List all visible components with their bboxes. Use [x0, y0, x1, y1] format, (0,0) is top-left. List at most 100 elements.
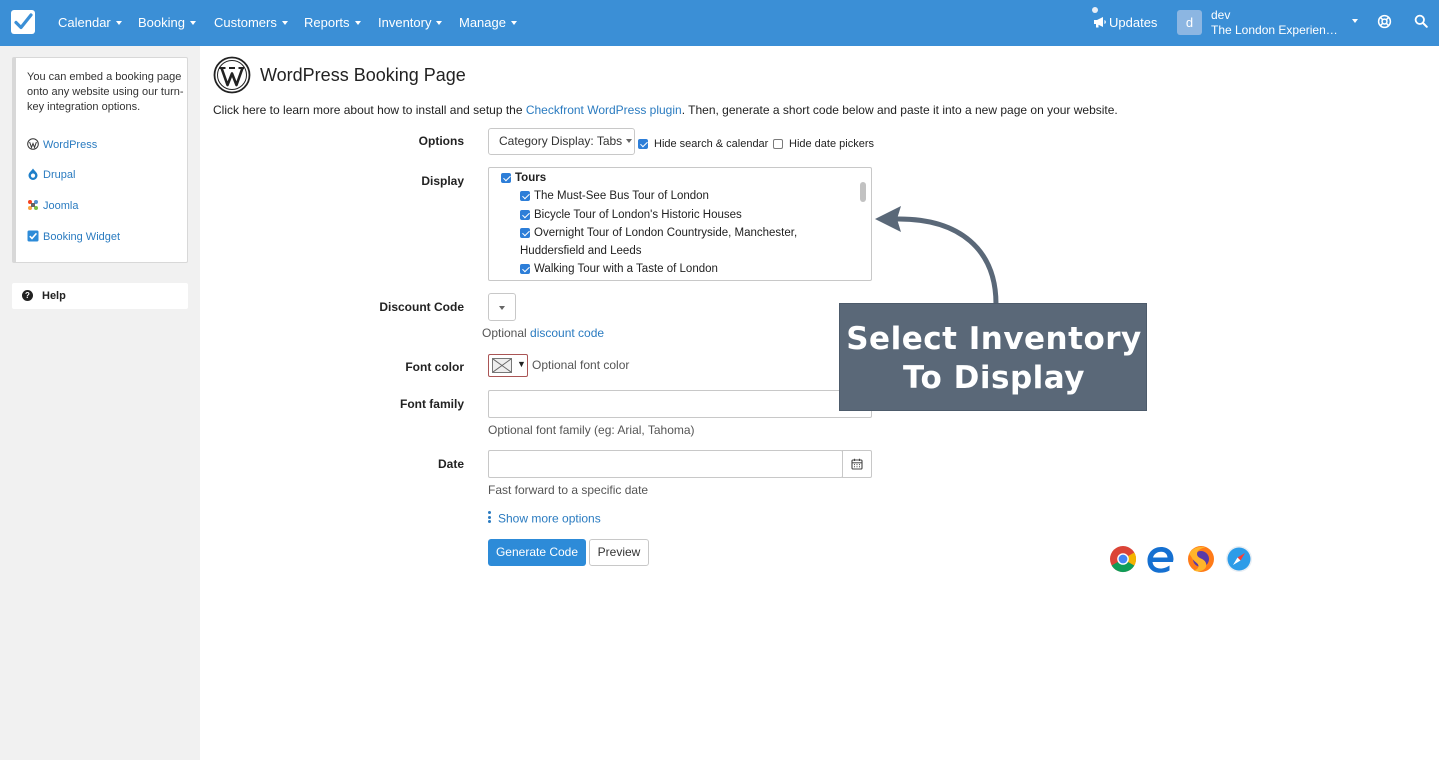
font-family-help: Optional font family (eg: Arial, Tahoma): [488, 423, 695, 437]
user-org[interactable]: The London Experience Ltd: [1211, 23, 1343, 37]
list-item: The Must-See Bus Tour of London: [534, 190, 709, 202]
sidebar-item-joomla[interactable]: Joomla: [27, 199, 78, 212]
category-display-value: Category Display: Tabs: [499, 134, 623, 148]
item-checkbox[interactable]: [520, 264, 530, 274]
hide-date-pickers-checkbox[interactable]: [773, 139, 783, 149]
hide-date-pickers-label: Hide date pickers: [789, 138, 874, 150]
inventory-list[interactable]: Tours The Must-See Bus Tour of London Bi…: [488, 167, 872, 281]
sidebar-item-label: Drupal: [43, 169, 76, 181]
discount-code-link[interactable]: discount code: [530, 326, 604, 340]
kebab-icon: [488, 511, 491, 525]
discount-help: Optional discount code: [482, 326, 604, 340]
checkmark-icon: [27, 230, 39, 242]
calendar-icon: [851, 458, 863, 470]
sidebar-item-label: Booking Widget: [43, 231, 121, 243]
chrome-icon: [1110, 546, 1137, 573]
sidebar-item-booking-widget[interactable]: Booking Widget: [27, 230, 120, 243]
category-tours-label: Tours: [515, 172, 547, 184]
avatar[interactable]: d: [1177, 10, 1202, 35]
chevron-down-icon: [115, 20, 122, 25]
updates-button[interactable]: Updates: [1093, 15, 1157, 30]
chevron-down-icon: [281, 20, 288, 25]
drupal-icon: [28, 168, 38, 180]
show-more-options-label: Show more options: [498, 511, 601, 526]
notification-dot: [1092, 7, 1098, 13]
callout-box: Select Inventory To Display: [839, 303, 1147, 411]
sidebar-item-wordpress[interactable]: WordPress: [27, 138, 97, 151]
discount-help-prefix: Optional: [482, 326, 531, 340]
supported-browsers: [1109, 545, 1253, 576]
chevron-down-icon: [499, 306, 505, 310]
callout-line-2: To Display: [903, 360, 1085, 396]
scrollbar-thumb[interactable]: [860, 182, 866, 202]
user-name[interactable]: dev: [1211, 8, 1230, 22]
nav-manage[interactable]: Manage: [459, 15, 517, 30]
nav-reports[interactable]: Reports: [304, 15, 361, 30]
font-family-input[interactable]: [488, 390, 872, 418]
item-checkbox[interactable]: [520, 191, 530, 201]
discount-code-dropdown[interactable]: [488, 293, 516, 321]
top-navbar: Calendar Booking Customers Reports Inven…: [0, 0, 1439, 46]
nav-customers[interactable]: Customers: [214, 15, 288, 30]
category-display-dropdown[interactable]: Category Display: Tabs: [488, 128, 635, 155]
intro-before: Click here to learn more about how to in…: [213, 103, 526, 117]
sidebar-item-label: Joomla: [43, 200, 79, 212]
nav-customers-label: Customers: [214, 15, 277, 30]
no-color-icon: [493, 359, 511, 372]
calendar-button[interactable]: [842, 450, 872, 478]
item-checkbox[interactable]: [520, 210, 530, 220]
sidebar: You can embed a booking page onto any we…: [0, 46, 200, 760]
callout-arrow-icon: [875, 206, 999, 305]
checkfront-logo-icon[interactable]: [11, 10, 35, 34]
discount-code-label: Discount Code: [379, 300, 464, 314]
plugin-link[interactable]: Checkfront WordPress plugin: [526, 103, 682, 117]
intro-after: . Then, generate a short code below and …: [681, 103, 1118, 117]
nav-calendar[interactable]: Calendar: [58, 15, 122, 30]
date-label: Date: [437, 457, 464, 471]
page-title: WordPress Booking Page: [260, 65, 466, 85]
show-more-options-link[interactable]: Show more options: [488, 511, 601, 526]
chevron-down-icon: [510, 20, 517, 25]
nav-booking[interactable]: Booking: [138, 15, 196, 30]
sidebar-item-label: WordPress: [43, 139, 98, 151]
category-tours-checkbox[interactable]: [501, 173, 511, 183]
list-item: Walking Tour with a Taste of London: [534, 263, 718, 275]
chevron-down-icon: [436, 20, 443, 25]
callout-line-1: Select Inventory: [846, 321, 1142, 357]
font-color-help: Optional font color: [532, 358, 630, 372]
joomla-icon: [28, 200, 38, 210]
question-circle-icon: ?: [22, 290, 33, 301]
list-item: Bicycle Tour of London's Historic Houses: [534, 209, 742, 221]
help-panel[interactable]: ? Help: [12, 283, 188, 309]
nav-booking-label: Booking: [138, 15, 185, 30]
help-label: Help: [42, 290, 66, 302]
help-globe-icon[interactable]: [1377, 14, 1392, 29]
edge-icon: [1147, 547, 1174, 573]
nav-inventory[interactable]: Inventory: [378, 15, 443, 30]
nav-inventory-label: Inventory: [378, 15, 432, 30]
nav-reports-label: Reports: [304, 15, 350, 30]
date-input[interactable]: [488, 450, 843, 478]
wordpress-icon: [27, 138, 39, 150]
display-label: Display: [421, 174, 464, 188]
search-icon[interactable]: [1414, 14, 1428, 28]
wordpress-logo-icon: [213, 56, 251, 94]
font-color-picker[interactable]: ▼: [488, 354, 528, 377]
embed-description: You can embed a booking page onto any we…: [27, 71, 184, 113]
list-item: Overnight Tour of London Countryside, Ma…: [534, 227, 798, 239]
nav-manage-label: Manage: [459, 15, 506, 30]
item-checkbox[interactable]: [520, 228, 530, 238]
generate-code-button[interactable]: Generate Code: [488, 539, 586, 566]
date-help: Fast forward to a specific date: [488, 483, 649, 497]
hide-search-checkbox[interactable]: [638, 139, 648, 149]
chevron-down-icon: [354, 20, 361, 25]
list-item-continued: Huddersfield and Leeds: [520, 245, 642, 257]
color-swatch: [492, 358, 512, 373]
sidebar-item-drupal[interactable]: Drupal: [27, 168, 75, 181]
options-label: Options: [418, 134, 464, 148]
font-color-label: Font color: [405, 360, 464, 374]
user-menu-chevron-icon[interactable]: [1352, 19, 1358, 23]
callout-text: Select Inventory To Display: [840, 320, 1148, 398]
preview-button[interactable]: Preview: [589, 539, 649, 566]
safari-icon: [1226, 546, 1252, 572]
